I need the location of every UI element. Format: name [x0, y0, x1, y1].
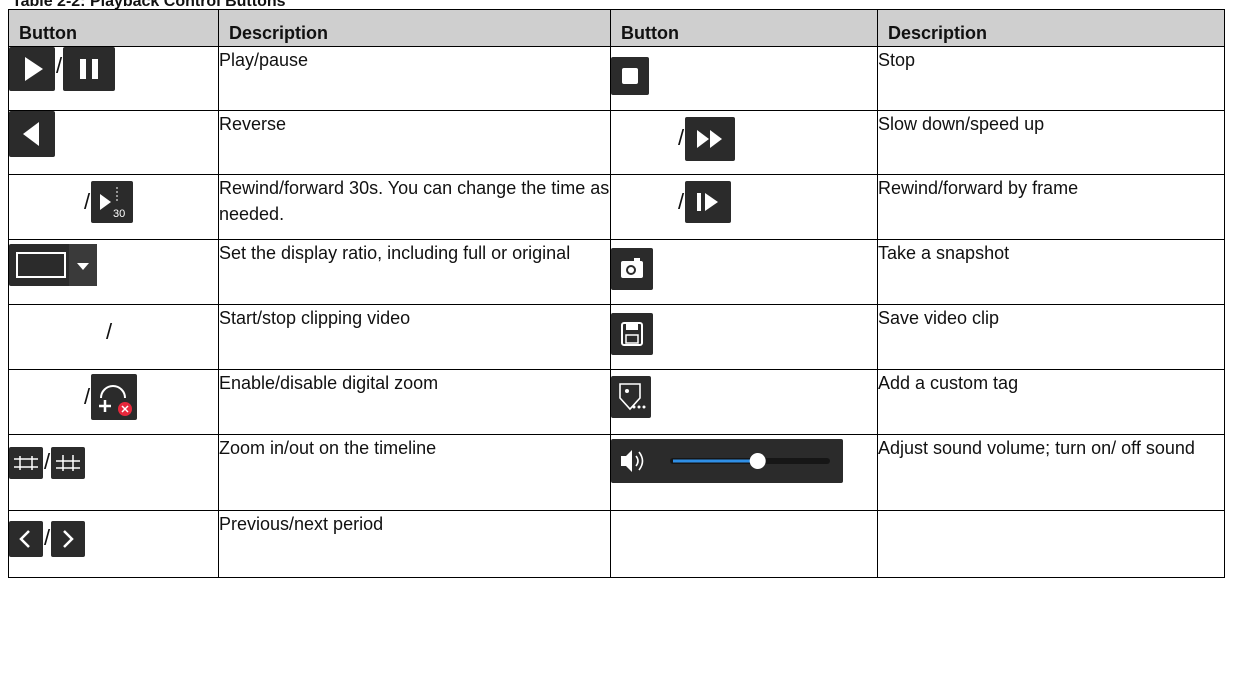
stop-icon	[611, 57, 649, 95]
button-cell: /	[8, 46, 219, 111]
timeline-zoom-out-icon	[51, 447, 86, 479]
button-cell: /	[8, 304, 219, 370]
volume-slider-knob[interactable]	[749, 453, 766, 469]
button-cell-empty	[610, 510, 878, 578]
description-cell: Rewind/forward by frame	[877, 174, 1225, 240]
separator: /	[106, 319, 113, 344]
previous-icon	[9, 521, 43, 557]
button-cell: /	[610, 174, 878, 240]
button-cell	[8, 239, 219, 305]
table-row: / Previous/next period	[8, 510, 1225, 578]
table-row: / 30 Rewind/forward 30s. You can change …	[8, 174, 1225, 240]
reverse-icon	[9, 111, 55, 157]
button-cell	[610, 434, 878, 511]
description-cell: Take a snapshot	[877, 239, 1225, 305]
separator: /	[84, 384, 91, 409]
separator: /	[678, 189, 685, 214]
separator: /	[44, 449, 51, 474]
description-cell: Add a custom tag	[877, 369, 1225, 435]
forward-30s-badge: 30	[113, 208, 125, 220]
separator: /	[678, 125, 685, 150]
description-cell: Slow down/speed up	[877, 110, 1225, 175]
description-cell: Play/pause	[218, 46, 611, 111]
description-cell: Adjust sound volume; turn on/ off sound	[877, 434, 1225, 511]
next-icon	[51, 521, 86, 557]
description-cell: Rewind/forward 30s. You can change the t…	[218, 174, 611, 240]
button-cell: /	[610, 110, 878, 175]
header-description: Description	[218, 9, 611, 47]
separator: /	[84, 189, 91, 214]
button-cell	[610, 304, 878, 370]
separator: /	[44, 525, 51, 550]
table-row: Set the display ratio, including full or…	[8, 239, 1225, 305]
forward-30s-icon: 30	[91, 181, 134, 223]
separator: /	[56, 53, 63, 78]
digital-zoom-disable-icon	[91, 374, 138, 420]
description-cell-empty	[877, 510, 1225, 578]
description-cell: Save video clip	[877, 304, 1225, 370]
table-row: Reverse / Slow down/speed up	[8, 110, 1225, 175]
description-cell: Stop	[877, 46, 1225, 111]
custom-tag-icon	[611, 376, 651, 418]
play-icon	[9, 47, 55, 91]
table-row: / Enable/disable digital zoom Add a cust…	[8, 369, 1225, 435]
display-ratio-icon	[9, 244, 97, 286]
table-row: / Start/stop clipping video Save video c…	[8, 304, 1225, 370]
description-cell: Enable/disable digital zoom	[218, 369, 611, 435]
description-cell: Previous/next period	[218, 510, 611, 578]
button-cell	[610, 46, 878, 111]
table-header-row: Button Description Button Description	[8, 9, 1225, 47]
description-cell: Set the display ratio, including full or…	[218, 239, 611, 305]
button-cell: /	[8, 434, 219, 511]
speaker-icon[interactable]	[621, 450, 644, 472]
description-cell: Reverse	[218, 110, 611, 175]
button-cell	[8, 110, 219, 175]
pause-icon	[63, 47, 116, 91]
speed-up-icon	[685, 117, 736, 161]
playback-controls-table: Button Description Button Description / …	[8, 9, 1225, 578]
table-row: / Zoom in/out on the timeline Adjust sou…	[8, 434, 1225, 511]
button-cell: /	[8, 369, 219, 435]
timeline-zoom-in-icon	[9, 447, 43, 479]
header-button: Button	[8, 9, 219, 47]
table-row: / Play/pause Stop	[8, 46, 1225, 111]
header-button: Button	[610, 9, 878, 47]
header-description: Description	[877, 9, 1225, 47]
description-cell: Start/stop clipping video	[218, 304, 611, 370]
button-cell: /	[8, 510, 219, 578]
volume-control[interactable]	[611, 439, 843, 483]
button-cell: / 30	[8, 174, 219, 240]
button-cell	[610, 369, 878, 435]
button-cell	[610, 239, 878, 305]
description-cell: Zoom in/out on the timeline	[218, 434, 611, 511]
save-icon	[611, 313, 653, 355]
camera-icon	[611, 248, 653, 290]
forward-frame-icon	[685, 181, 732, 223]
